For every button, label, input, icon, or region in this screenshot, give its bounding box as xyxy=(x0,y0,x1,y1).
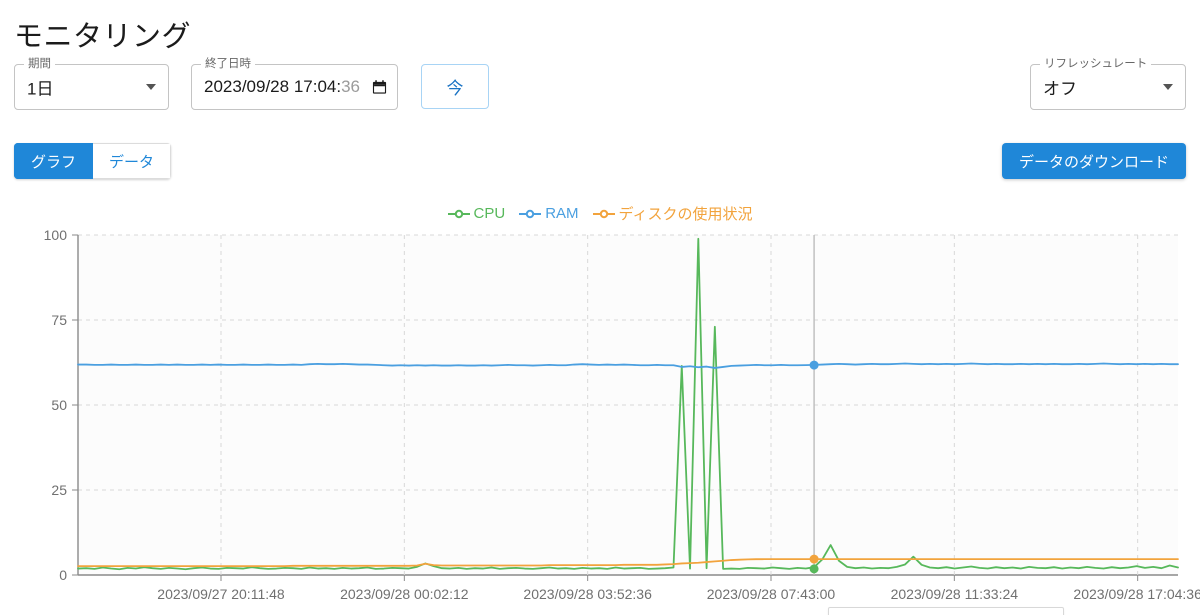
end-datetime-value: 2023/09/28 17:04:36 xyxy=(204,77,361,96)
legend-item-cpu[interactable]: CPU xyxy=(447,205,506,222)
svg-text:2023/09/28 17:04:36: 2023/09/28 17:04:36 xyxy=(1073,586,1200,602)
svg-text:100: 100 xyxy=(44,227,68,243)
svg-text:2023/09/28 00:02:12: 2023/09/28 00:02:12 xyxy=(340,586,469,602)
legend-label-disk: ディスクの使用状況 xyxy=(618,206,753,223)
refresh-rate-value: オフ xyxy=(1043,79,1077,99)
chart-legend: CPU RAM ディスクの使用状況 xyxy=(0,203,1200,224)
controls-bar: 期間 1日 終了日時 2023/09/28 17:04:36 今 リフレッシュレ… xyxy=(0,57,1200,114)
svg-text:0: 0 xyxy=(59,567,67,583)
period-select[interactable]: 期間 1日 xyxy=(14,57,169,110)
svg-text:75: 75 xyxy=(51,312,67,328)
svg-text:2023/09/28 11:33:24: 2023/09/28 11:33:24 xyxy=(891,586,1019,602)
svg-text:25: 25 xyxy=(51,482,67,498)
page-title: モニタリング xyxy=(14,21,192,54)
now-button[interactable]: 今 xyxy=(421,64,489,109)
refresh-rate-label: リフレッシュレート xyxy=(1040,57,1152,71)
calendar-icon[interactable] xyxy=(372,80,387,95)
end-datetime-input[interactable]: 終了日時 2023/09/28 17:04:36 xyxy=(191,57,398,110)
legend-marker-cpu-icon xyxy=(447,208,470,220)
refresh-rate-select[interactable]: リフレッシュレート オフ xyxy=(1030,57,1186,110)
chart-tooltip: 2023/09/28 10:07:00 CPU : 1.80% RAM : 61… xyxy=(828,607,1064,615)
download-data-button[interactable]: データのダウンロード xyxy=(1001,143,1186,179)
monitoring-chart[interactable]: 0 25 50 75 100 2023/09/27 20:11:48 2023/09/28 … xyxy=(0,225,1200,615)
period-label: 期間 xyxy=(24,57,55,71)
tab-data[interactable]: データ xyxy=(93,143,172,179)
svg-text:2023/09/28 07:43:00: 2023/09/28 07:43:00 xyxy=(707,586,836,602)
svg-text:50: 50 xyxy=(51,397,67,413)
legend-label-cpu: CPU xyxy=(473,205,506,222)
view-toggle: グラフ データ xyxy=(14,143,172,179)
tab-graph[interactable]: グラフ xyxy=(14,143,94,179)
legend-item-ram[interactable]: RAM xyxy=(519,205,579,222)
chevron-down-icon[interactable] xyxy=(1163,84,1173,90)
chart-canvas: 0 25 50 75 100 2023/09/27 20:11:48 2023/09/28 … xyxy=(44,227,1200,602)
period-value: 1日 xyxy=(27,79,54,99)
chevron-down-icon[interactable] xyxy=(146,84,156,90)
legend-item-disk[interactable]: ディスクの使用状況 xyxy=(592,203,753,224)
end-datetime-label: 終了日時 xyxy=(201,57,255,71)
legend-marker-ram-icon xyxy=(519,208,542,220)
legend-label-ram: RAM xyxy=(545,205,579,222)
svg-text:2023/09/27 20:11:48: 2023/09/27 20:11:48 xyxy=(157,586,285,602)
svg-text:2023/09/28 03:52:36: 2023/09/28 03:52:36 xyxy=(523,586,652,602)
legend-marker-disk-icon xyxy=(592,208,615,220)
monitoring-page: モニタリング 期間 1日 終了日時 2023/09/28 17:04:36 今 xyxy=(0,0,1200,615)
